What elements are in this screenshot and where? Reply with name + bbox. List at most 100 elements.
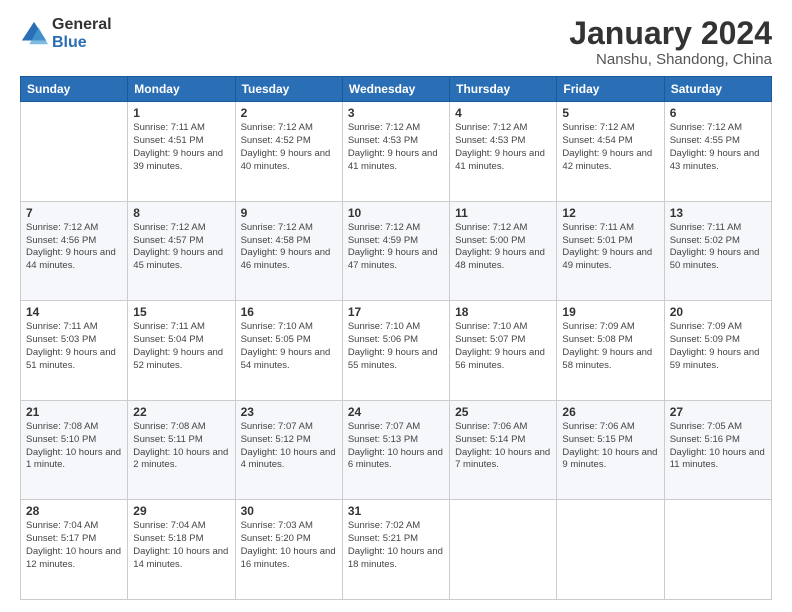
- day-info: Sunrise: 7:07 AMSunset: 5:13 PMDaylight:…: [348, 421, 444, 472]
- table-row: 26 Sunrise: 7:06 AMSunset: 5:15 PMDayligh…: [557, 400, 664, 500]
- table-row: [450, 500, 557, 600]
- table-row: 15Sunrise: 7:11 AMSunset: 5:04 PMDayligh…: [128, 301, 235, 401]
- day-info: Sunrise: 7:11 AMSunset: 5:04 PMDaylight:…: [133, 321, 229, 372]
- logo-text: General Blue: [52, 16, 112, 51]
- table-row: 17Sunrise: 7:10 AMSunset: 5:06 PMDayligh…: [342, 301, 449, 401]
- table-row: 19 Sunrise: 7:09 AMSunset: 5:08 PMDayligh…: [557, 301, 664, 401]
- day-info: Sunrise: 7:03 AMSunset: 5:20 PMDaylight:…: [241, 520, 337, 571]
- table-row: 24 Sunrise: 7:07 AMSunset: 5:13 PMDayligh…: [342, 400, 449, 500]
- day-info: Sunrise: 7:06 AMSunset: 5:15 PMDaylight:…: [562, 421, 658, 472]
- header: General Blue January 2024 Nanshu, Shando…: [20, 16, 772, 68]
- day-number: 13: [670, 206, 766, 220]
- calendar-table: Sunday Monday Tuesday Wednesday Thursday…: [20, 76, 772, 600]
- day-info: Sunrise: 7:12 AMSunset: 4:53 PMDaylight:…: [455, 122, 551, 173]
- day-number: 21: [26, 405, 122, 419]
- subtitle: Nanshu, Shandong, China: [569, 51, 772, 68]
- logo-general: General: [52, 16, 112, 34]
- logo-icon: [20, 20, 48, 48]
- table-row: 13 Sunrise: 7:11 AMSunset: 5:02 PMDayligh…: [664, 201, 771, 301]
- day-info: Sunrise: 7:11 AMSunset: 5:02 PMDaylight:…: [670, 222, 766, 273]
- table-row: 11Sunrise: 7:12 AMSunset: 5:00 PMDayligh…: [450, 201, 557, 301]
- table-row: 18 Sunrise: 7:10 AMSunset: 5:07 PMDayligh…: [450, 301, 557, 401]
- table-row: 31Sunrise: 7:02 AMSunset: 5:21 PMDayligh…: [342, 500, 449, 600]
- table-row: 14 Sunrise: 7:11 AMSunset: 5:03 PMDayligh…: [21, 301, 128, 401]
- day-info: Sunrise: 7:12 AMSunset: 4:59 PMDaylight:…: [348, 222, 444, 273]
- table-row: 27 Sunrise: 7:05 AMSunset: 5:16 PMDayligh…: [664, 400, 771, 500]
- day-number: 28: [26, 504, 122, 518]
- col-friday: Friday: [557, 77, 664, 102]
- day-number: 23: [241, 405, 337, 419]
- day-info: Sunrise: 7:12 AMSunset: 4:52 PMDaylight:…: [241, 122, 337, 173]
- day-number: 14: [26, 305, 122, 319]
- table-row: 2 Sunrise: 7:12 AMSunset: 4:52 PMDaylight…: [235, 102, 342, 202]
- table-row: 6 Sunrise: 7:12 AMSunset: 4:55 PMDaylight…: [664, 102, 771, 202]
- table-row: 5 Sunrise: 7:12 AMSunset: 4:54 PMDaylight…: [557, 102, 664, 202]
- day-number: 2: [241, 106, 337, 120]
- table-row: 23 Sunrise: 7:07 AMSunset: 5:12 PMDayligh…: [235, 400, 342, 500]
- day-info: Sunrise: 7:11 AMSunset: 5:01 PMDaylight:…: [562, 222, 658, 273]
- day-info: Sunrise: 7:04 AMSunset: 5:18 PMDaylight:…: [133, 520, 229, 571]
- table-row: 4 Sunrise: 7:12 AMSunset: 4:53 PMDaylight…: [450, 102, 557, 202]
- day-number: 24: [348, 405, 444, 419]
- table-row: 21 Sunrise: 7:08 AMSunset: 5:10 PMDayligh…: [21, 400, 128, 500]
- day-number: 20: [670, 305, 766, 319]
- title-block: January 2024 Nanshu, Shandong, China: [569, 16, 772, 68]
- calendar-week-row: 1Sunrise: 7:11 AMSunset: 4:51 PMDaylight…: [21, 102, 772, 202]
- day-number: 26: [562, 405, 658, 419]
- table-row: 25Sunrise: 7:06 AMSunset: 5:14 PMDayligh…: [450, 400, 557, 500]
- day-info: Sunrise: 7:12 AMSunset: 4:53 PMDaylight:…: [348, 122, 444, 173]
- table-row: 8 Sunrise: 7:12 AMSunset: 4:57 PMDaylight…: [128, 201, 235, 301]
- day-number: 27: [670, 405, 766, 419]
- day-number: 3: [348, 106, 444, 120]
- day-number: 29: [133, 504, 229, 518]
- table-row: [664, 500, 771, 600]
- day-info: Sunrise: 7:11 AMSunset: 5:03 PMDaylight:…: [26, 321, 122, 372]
- day-info: Sunrise: 7:11 AMSunset: 4:51 PMDaylight:…: [133, 122, 229, 173]
- calendar-week-row: 14 Sunrise: 7:11 AMSunset: 5:03 PMDayligh…: [21, 301, 772, 401]
- col-saturday: Saturday: [664, 77, 771, 102]
- day-info: Sunrise: 7:10 AMSunset: 5:06 PMDaylight:…: [348, 321, 444, 372]
- day-number: 8: [133, 206, 229, 220]
- day-number: 19: [562, 305, 658, 319]
- table-row: 20 Sunrise: 7:09 AMSunset: 5:09 PMDayligh…: [664, 301, 771, 401]
- day-number: 18: [455, 305, 551, 319]
- day-info: Sunrise: 7:09 AMSunset: 5:08 PMDaylight:…: [562, 321, 658, 372]
- calendar-header-row: Sunday Monday Tuesday Wednesday Thursday…: [21, 77, 772, 102]
- day-info: Sunrise: 7:08 AMSunset: 5:10 PMDaylight:…: [26, 421, 122, 472]
- main-title: January 2024: [569, 16, 772, 51]
- day-number: 12: [562, 206, 658, 220]
- day-info: Sunrise: 7:07 AMSunset: 5:12 PMDaylight:…: [241, 421, 337, 472]
- col-thursday: Thursday: [450, 77, 557, 102]
- table-row: 22 Sunrise: 7:08 AMSunset: 5:11 PMDayligh…: [128, 400, 235, 500]
- day-info: Sunrise: 7:05 AMSunset: 5:16 PMDaylight:…: [670, 421, 766, 472]
- calendar-week-row: 7Sunrise: 7:12 AMSunset: 4:56 PMDaylight…: [21, 201, 772, 301]
- day-number: 10: [348, 206, 444, 220]
- day-number: 30: [241, 504, 337, 518]
- day-info: Sunrise: 7:08 AMSunset: 5:11 PMDaylight:…: [133, 421, 229, 472]
- table-row: [557, 500, 664, 600]
- day-info: Sunrise: 7:02 AMSunset: 5:21 PMDaylight:…: [348, 520, 444, 571]
- col-sunday: Sunday: [21, 77, 128, 102]
- day-number: 6: [670, 106, 766, 120]
- day-number: 4: [455, 106, 551, 120]
- day-number: 22: [133, 405, 229, 419]
- table-row: 9Sunrise: 7:12 AMSunset: 4:58 PMDaylight…: [235, 201, 342, 301]
- table-row: 28 Sunrise: 7:04 AMSunset: 5:17 PMDayligh…: [21, 500, 128, 600]
- day-info: Sunrise: 7:09 AMSunset: 5:09 PMDaylight:…: [670, 321, 766, 372]
- logo: General Blue: [20, 16, 112, 51]
- logo-blue: Blue: [52, 34, 112, 52]
- table-row: 12 Sunrise: 7:11 AMSunset: 5:01 PMDayligh…: [557, 201, 664, 301]
- day-info: Sunrise: 7:12 AMSunset: 4:54 PMDaylight:…: [562, 122, 658, 173]
- day-info: Sunrise: 7:10 AMSunset: 5:05 PMDaylight:…: [241, 321, 337, 372]
- day-info: Sunrise: 7:12 AMSunset: 4:55 PMDaylight:…: [670, 122, 766, 173]
- day-number: 9: [241, 206, 337, 220]
- day-info: Sunrise: 7:12 AMSunset: 4:57 PMDaylight:…: [133, 222, 229, 273]
- day-info: Sunrise: 7:04 AMSunset: 5:17 PMDaylight:…: [26, 520, 122, 571]
- day-number: 16: [241, 305, 337, 319]
- day-number: 5: [562, 106, 658, 120]
- col-tuesday: Tuesday: [235, 77, 342, 102]
- table-row: 1Sunrise: 7:11 AMSunset: 4:51 PMDaylight…: [128, 102, 235, 202]
- day-info: Sunrise: 7:10 AMSunset: 5:07 PMDaylight:…: [455, 321, 551, 372]
- table-row: 16 Sunrise: 7:10 AMSunset: 5:05 PMDayligh…: [235, 301, 342, 401]
- day-info: Sunrise: 7:12 AMSunset: 4:56 PMDaylight:…: [26, 222, 122, 273]
